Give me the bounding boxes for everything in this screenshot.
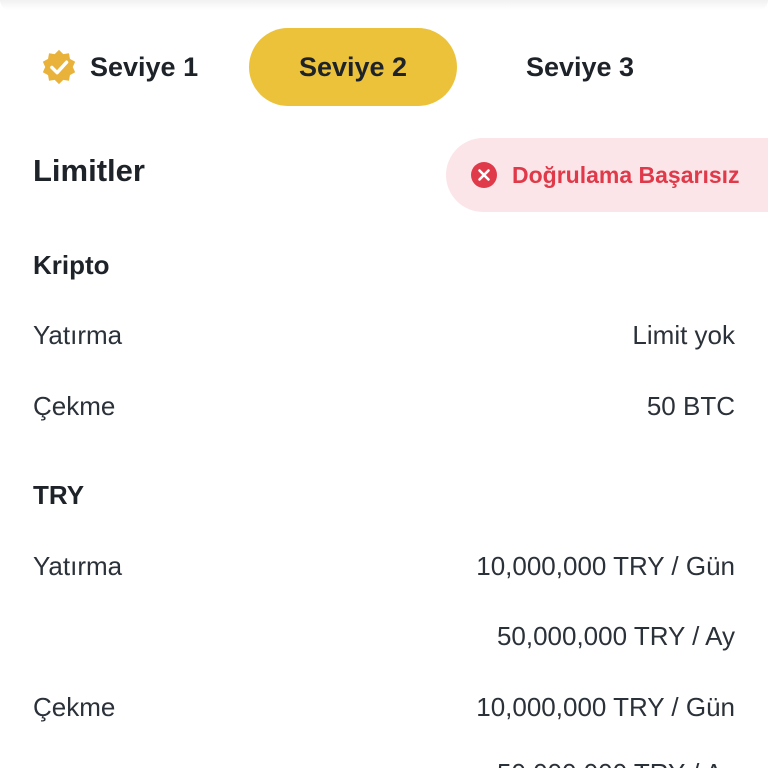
crypto-deposit-label: Yatırma bbox=[33, 320, 123, 350]
try-withdraw-daily-value: 10,000,000 TRY / Gün bbox=[476, 692, 735, 722]
section-title-crypto: Kripto bbox=[33, 250, 110, 280]
tab-level-1[interactable]: Seviye 1 bbox=[40, 28, 220, 106]
tab-level-2[interactable]: Seviye 2 bbox=[249, 28, 457, 106]
verified-badge-icon bbox=[42, 49, 76, 85]
try-deposit-daily-value: 10,000,000 TRY / Gün bbox=[476, 551, 735, 581]
tab-level-1-label: Seviye 1 bbox=[90, 51, 199, 82]
level-tabs: Seviye 1 Seviye 2 Seviye 3 bbox=[0, 28, 768, 106]
crypto-withdraw-label: Çekme bbox=[33, 391, 116, 421]
crypto-withdraw-value: 50 BTC bbox=[646, 391, 735, 421]
section-title-try: TRY bbox=[33, 480, 85, 510]
limits-title: Limitler bbox=[33, 153, 145, 188]
verification-levels-screen: Seviye 1 Seviye 2 Seviye 3 Limitler Doğr… bbox=[0, 0, 768, 768]
verification-status-badge: Doğrulama Başarısız bbox=[446, 138, 768, 212]
try-withdraw-monthly-value: 50,000,000 TRY / Ay bbox=[497, 758, 735, 768]
try-deposit-label: Yatırma bbox=[33, 551, 123, 581]
tab-level-3[interactable]: Seviye 3 bbox=[500, 28, 660, 106]
error-x-icon bbox=[471, 162, 497, 188]
verification-status-label: Doğrulama Başarısız bbox=[512, 161, 740, 188]
tab-level-3-label: Seviye 3 bbox=[525, 51, 635, 82]
top-sheet-edge bbox=[0, 0, 768, 10]
try-withdraw-label: Çekme bbox=[33, 692, 116, 722]
try-deposit-monthly-value: 50,000,000 TRY / Ay bbox=[496, 621, 735, 651]
tab-level-2-label: Seviye 2 bbox=[298, 51, 408, 82]
crypto-deposit-value: Limit yok bbox=[632, 320, 735, 350]
